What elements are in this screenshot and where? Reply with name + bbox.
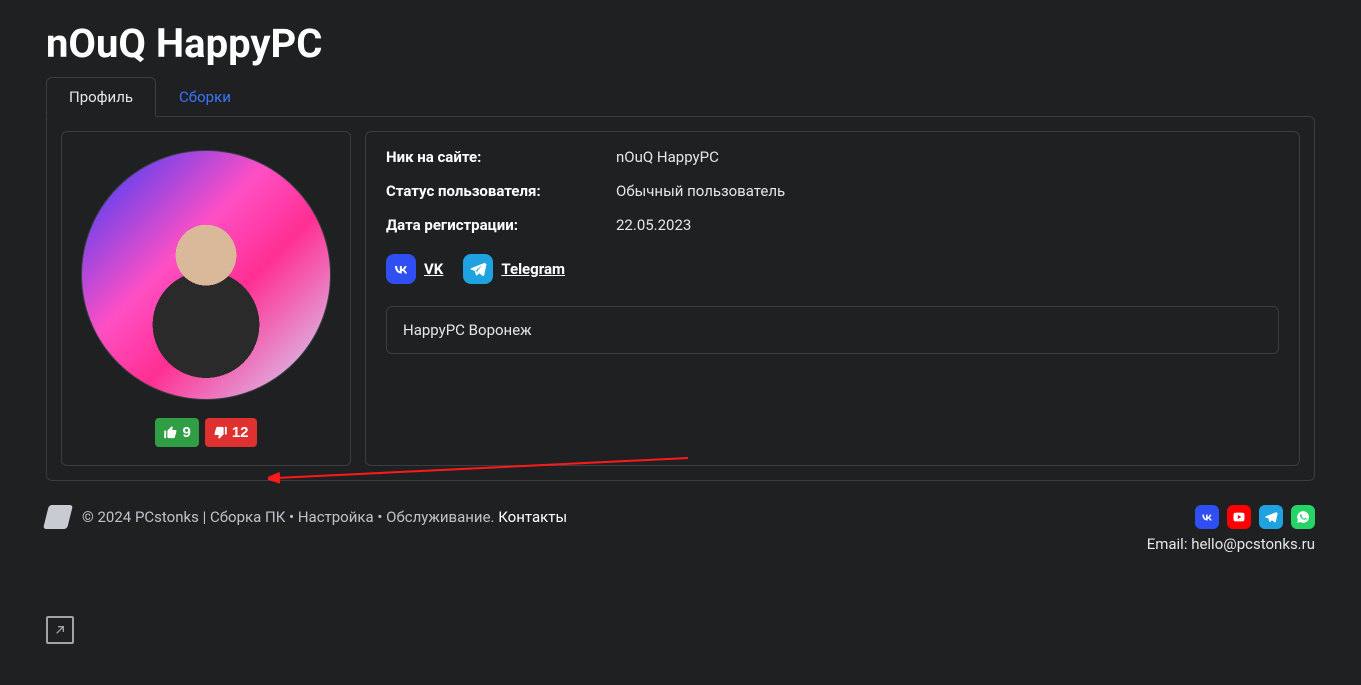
regdate-label: Дата регистрации:	[386, 216, 616, 234]
bio: HappyPC Воронеж	[386, 306, 1279, 354]
tab-builds[interactable]: Сборки	[156, 77, 254, 117]
nick-value: nOuQ HappyPC	[616, 148, 719, 166]
tab-profile[interactable]: Профиль	[46, 77, 156, 117]
footer-telegram-icon[interactable]	[1259, 505, 1283, 529]
telegram-icon	[463, 254, 493, 284]
profile-panel: Профиль Сборки 9 12	[46, 77, 1315, 481]
downvote-count: 12	[232, 424, 249, 441]
telegram-label: Telegram	[501, 260, 565, 278]
status-value: Обычный пользователь	[616, 182, 785, 200]
footer-copyright: © 2024 PCstonks | Сборка ПК • Настройка …	[82, 508, 495, 526]
footer-whatsapp-icon[interactable]	[1291, 505, 1315, 529]
avatar	[81, 150, 331, 400]
info-card: Ник на сайте: nOuQ HappyPC Статус пользо…	[365, 131, 1300, 466]
footer-contacts-link[interactable]: Контакты	[498, 508, 567, 526]
regdate-value: 22.05.2023	[616, 216, 691, 234]
footer: © 2024 PCstonks | Сборка ПК • Настройка …	[46, 505, 1315, 553]
nick-label: Ник на сайте:	[386, 148, 616, 166]
footer-email-label: Email:	[1147, 535, 1192, 553]
downvote-button[interactable]: 12	[205, 418, 257, 447]
vk-label: VK	[424, 260, 443, 278]
footer-vk-icon[interactable]	[1195, 505, 1219, 529]
status-label: Статус пользователя:	[386, 182, 616, 200]
upvote-button[interactable]: 9	[155, 418, 198, 447]
thumb-up-icon	[163, 425, 178, 440]
external-link-icon[interactable]	[46, 616, 74, 644]
telegram-link[interactable]: Telegram	[463, 254, 565, 284]
thumb-down-icon	[213, 425, 228, 440]
footer-youtube-icon[interactable]	[1227, 505, 1251, 529]
upvote-count: 9	[182, 424, 190, 441]
footer-logo-icon	[43, 505, 73, 529]
avatar-card: 9 12	[61, 131, 351, 466]
vk-link[interactable]: VK	[386, 254, 443, 284]
vk-icon	[386, 254, 416, 284]
footer-email: hello@pcstonks.ru	[1191, 535, 1315, 553]
page-title: nOuQ HappyPC	[46, 20, 1315, 67]
